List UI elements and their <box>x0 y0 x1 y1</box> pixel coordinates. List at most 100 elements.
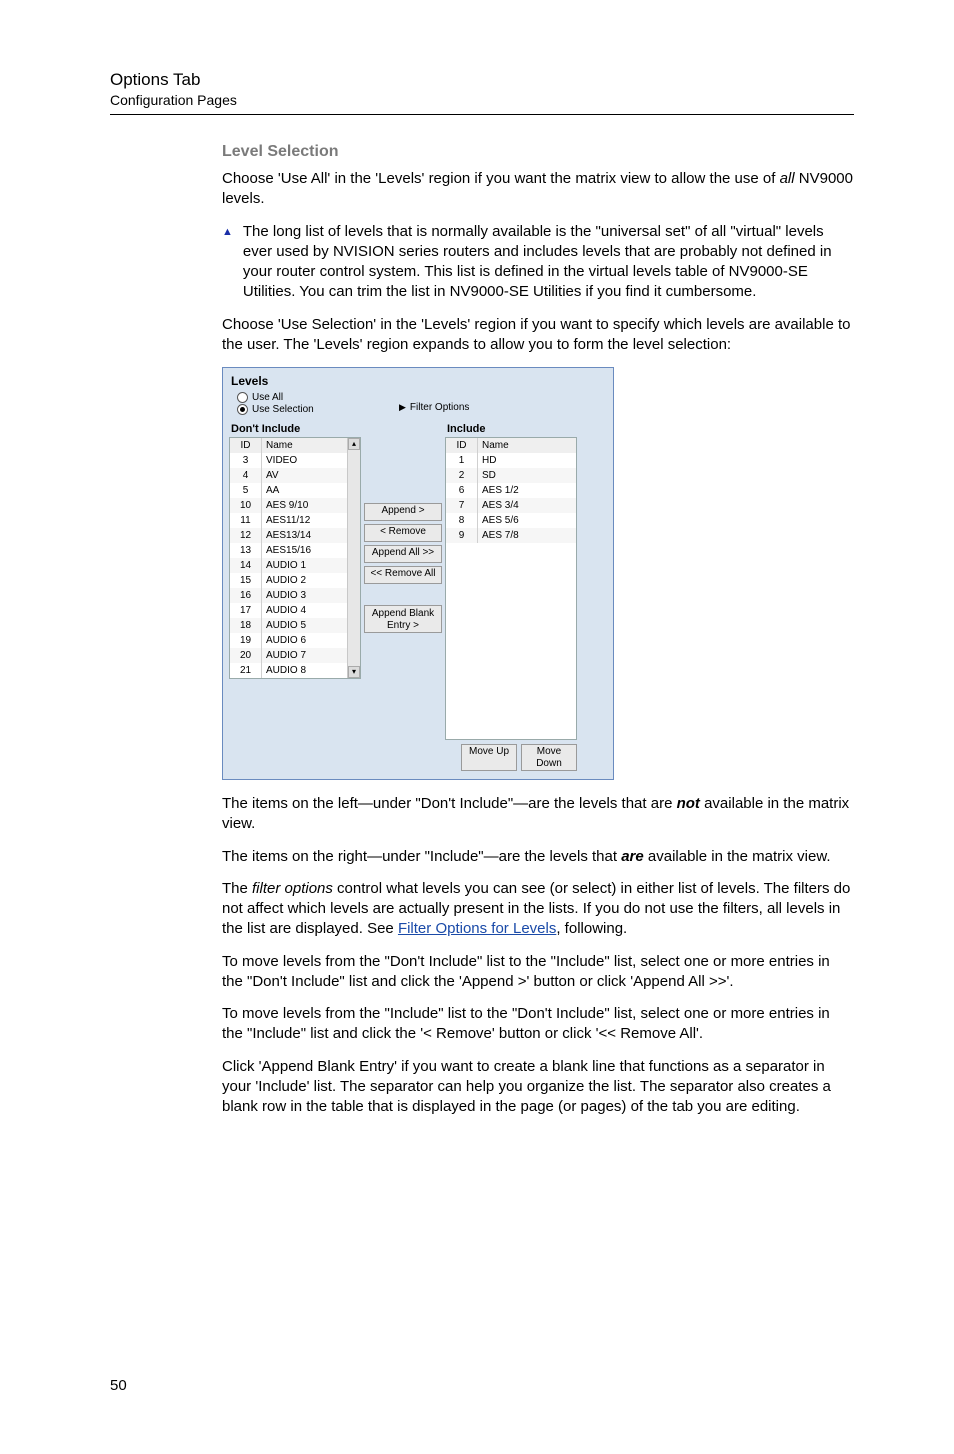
table-row[interactable]: 7AES 3/4 <box>446 498 576 513</box>
text-emph: are <box>621 848 644 865</box>
page-header: Options Tab Configuration Pages <box>110 70 854 115</box>
scrollbar[interactable]: ▴ ▾ <box>347 438 360 678</box>
cell-id: 9 <box>446 528 478 543</box>
text-italic: filter options <box>252 880 333 897</box>
table-row[interactable]: 18AUDIO 5 <box>230 618 347 633</box>
cell-name: AES15/16 <box>262 543 347 558</box>
cell-id: 13 <box>230 543 262 558</box>
table-row[interactable]: 20AUDIO 7 <box>230 648 347 663</box>
scroll-up-icon[interactable]: ▴ <box>348 438 360 450</box>
cell-name: AUDIO 7 <box>262 648 347 663</box>
table-row[interactable]: 13AES15/16 <box>230 543 347 558</box>
note-text: The long list of levels that is normally… <box>243 222 854 303</box>
paragraph: To move levels from the "Include" list t… <box>222 1004 854 1045</box>
cell-id: 2 <box>446 468 478 483</box>
paragraph: Choose 'Use All' in the 'Levels' region … <box>222 169 854 210</box>
filter-label: Filter Options <box>410 402 469 413</box>
col-id: ID <box>230 438 262 453</box>
cell-name: VIDEO <box>262 453 347 468</box>
move-down-button[interactable]: Move Down <box>521 744 577 771</box>
cell-name: HD <box>478 453 576 468</box>
section-heading: Level Selection <box>222 143 854 161</box>
filter-options-link[interactable]: Filter Options for Levels <box>398 920 556 937</box>
note-block: ▲ The long list of levels that is normal… <box>222 222 854 303</box>
dont-include-table[interactable]: ID Name 3VIDEO4AV5AA10AES 9/1011AES11/12… <box>230 438 347 678</box>
table-row[interactable]: 9AES 7/8 <box>446 528 576 543</box>
table-row[interactable]: 5AA <box>230 483 347 498</box>
paragraph: Choose 'Use Selection' in the 'Levels' r… <box>222 315 854 356</box>
paragraph: The items on the right—under "Include"—a… <box>222 847 854 867</box>
table-header: ID Name <box>230 438 347 453</box>
text-emph: not <box>677 795 700 812</box>
remove-button[interactable]: < Remove <box>364 524 442 542</box>
append-blank-button[interactable]: Append Blank Entry > <box>364 605 442 633</box>
cell-name: AUDIO 1 <box>262 558 347 573</box>
table-row[interactable]: 14AUDIO 1 <box>230 558 347 573</box>
table-row[interactable]: 21AUDIO 8 <box>230 663 347 678</box>
text: The <box>222 880 252 897</box>
levels-panel: Levels Use All Use Selection ▶ Filter Op… <box>222 367 614 780</box>
scroll-down-icon[interactable]: ▾ <box>348 666 360 678</box>
table-row[interactable]: 10AES 9/10 <box>230 498 347 513</box>
radio-icon <box>237 392 248 403</box>
cell-name: AES 3/4 <box>478 498 576 513</box>
cell-name: AA <box>262 483 347 498</box>
include-heading: Include <box>447 423 577 435</box>
radio-label: Use All <box>252 392 283 403</box>
cell-name: AUDIO 3 <box>262 588 347 603</box>
col-name: Name <box>262 438 347 453</box>
cell-id: 10 <box>230 498 262 513</box>
table-row[interactable]: 8AES 5/6 <box>446 513 576 528</box>
table-row[interactable]: 3VIDEO <box>230 453 347 468</box>
include-table[interactable]: ID Name 1HD2SD6AES 1/27AES 3/48AES 5/69A… <box>445 437 577 740</box>
cell-id: 20 <box>230 648 262 663</box>
table-row[interactable]: 12AES13/14 <box>230 528 347 543</box>
cell-id: 4 <box>230 468 262 483</box>
table-row[interactable]: 2SD <box>446 468 576 483</box>
cell-id: 12 <box>230 528 262 543</box>
table-row[interactable]: 4AV <box>230 468 347 483</box>
text-italic: all <box>780 170 795 187</box>
radio-icon <box>237 404 248 415</box>
cell-id: 15 <box>230 573 262 588</box>
cell-name: AES 7/8 <box>478 528 576 543</box>
text: available in the matrix view. <box>644 848 831 865</box>
cell-name: AUDIO 2 <box>262 573 347 588</box>
table-row[interactable]: 6AES 1/2 <box>446 483 576 498</box>
header-title: Options Tab <box>110 70 854 90</box>
table-row[interactable]: 1HD <box>446 453 576 468</box>
note-marker-icon: ▲ <box>222 226 233 238</box>
move-up-button[interactable]: Move Up <box>461 744 517 771</box>
append-button[interactable]: Append > <box>364 503 442 521</box>
col-id: ID <box>446 438 478 453</box>
header-subtitle: Configuration Pages <box>110 92 854 108</box>
cell-id: 8 <box>446 513 478 528</box>
cell-name: AUDIO 5 <box>262 618 347 633</box>
cell-name: AES13/14 <box>262 528 347 543</box>
cell-id: 6 <box>446 483 478 498</box>
dont-include-heading: Don't Include <box>231 423 361 435</box>
cell-name: AES 9/10 <box>262 498 347 513</box>
filter-options-toggle[interactable]: ▶ Filter Options <box>399 402 607 413</box>
cell-name: SD <box>478 468 576 483</box>
cell-id: 5 <box>230 483 262 498</box>
cell-id: 19 <box>230 633 262 648</box>
paragraph: To move levels from the "Don't Include" … <box>222 952 854 993</box>
table-row[interactable]: 15AUDIO 2 <box>230 573 347 588</box>
cell-id: 16 <box>230 588 262 603</box>
table-row[interactable]: 19AUDIO 6 <box>230 633 347 648</box>
append-all-button[interactable]: Append All >> <box>364 545 442 563</box>
panel-title: Levels <box>231 374 607 388</box>
table-row[interactable]: 17AUDIO 4 <box>230 603 347 618</box>
cell-id: 3 <box>230 453 262 468</box>
table-row[interactable]: 16AUDIO 3 <box>230 588 347 603</box>
text: Choose 'Use All' in the 'Levels' region … <box>222 170 780 187</box>
cell-name: AES11/12 <box>262 513 347 528</box>
cell-name: AES 1/2 <box>478 483 576 498</box>
text: , following. <box>556 920 627 937</box>
cell-id: 11 <box>230 513 262 528</box>
paragraph: Click 'Append Blank Entry' if you want t… <box>222 1057 854 1118</box>
cell-id: 1 <box>446 453 478 468</box>
remove-all-button[interactable]: << Remove All <box>364 566 442 584</box>
table-row[interactable]: 11AES11/12 <box>230 513 347 528</box>
